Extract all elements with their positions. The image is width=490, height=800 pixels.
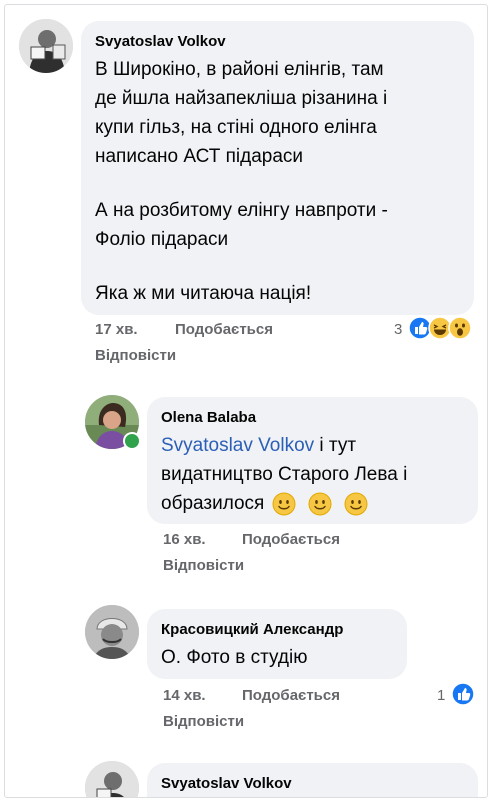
reaction-count[interactable]: 3 (394, 321, 402, 338)
like-button[interactable]: Подобається (242, 687, 340, 704)
smile-emoji-icon (272, 492, 296, 515)
comment-bubble: Olena Balaba Svyatoslav Volkov і тут вид… (147, 397, 478, 524)
comment-line: Svyatoslav Volkov і тут (161, 431, 407, 460)
comment-line: де йшла найзапекліша різанина і (95, 88, 388, 109)
reactions[interactable] (451, 682, 475, 706)
comment-line: образилося (161, 489, 407, 518)
avatar[interactable] (85, 761, 139, 797)
comment-meta: 14 хв. Подобається (163, 687, 473, 709)
comment-author[interactable]: Красовицкий Александр (161, 621, 343, 638)
avatar[interactable] (85, 605, 139, 659)
reply-button[interactable]: Відповісти (95, 347, 176, 364)
avatar-photo-icon (85, 605, 139, 659)
comment-line: А на розбитому елінгу навпроти - (95, 200, 388, 221)
comment-line-text: образилося (161, 493, 265, 514)
comment-time[interactable]: 14 хв. (163, 687, 206, 704)
comment-line-rest: і тут (314, 435, 357, 456)
reactions[interactable] (408, 316, 472, 340)
wow-reaction-icon (448, 316, 472, 340)
smile-emoji-icon (344, 492, 368, 515)
comment-text: В Широкіно, в районі елінгів, там де йшл… (95, 55, 388, 308)
comment-author[interactable]: Svyatoslav Volkov (161, 775, 292, 792)
comment-line (95, 254, 388, 279)
comments-frame: Svyatoslav Volkov В Широкіно, в районі е… (4, 4, 488, 798)
comment-time[interactable]: 17 хв. (95, 321, 138, 338)
comment-line: В Широкіно, в районі елінгів, там (95, 59, 384, 80)
comment-time[interactable]: 16 хв. (163, 531, 206, 548)
reply-button[interactable]: Відповісти (163, 713, 244, 730)
comment-line: Фоліо підараси (95, 229, 229, 250)
comment-bubble: Svyatoslav Volkov В Широкіно, в районі е… (81, 21, 474, 315)
comment-text: Svyatoslav Volkov і тут видатництво Стар… (161, 431, 407, 518)
reply-button[interactable]: Відповісти (163, 557, 244, 574)
comment-line (95, 171, 388, 196)
comment-meta: 16 хв. Подобається (163, 531, 473, 553)
like-button[interactable]: Подобається (175, 321, 273, 338)
reaction-count[interactable]: 1 (437, 687, 445, 704)
mention-link[interactable]: Svyatoslav Volkov (161, 435, 314, 456)
comment-line: видатництво Старого Лева і (161, 464, 408, 485)
avatar[interactable] (19, 19, 73, 73)
comment-text: О. Фото в студію (161, 647, 308, 668)
like-reaction-icon (451, 682, 475, 706)
comment-bubble: Красовицкий Александр О. Фото в студію (147, 609, 407, 679)
comment-line: Яка ж ми читаюча нація! (95, 283, 312, 304)
avatar-photo-icon (85, 761, 139, 797)
comment-author[interactable]: Olena Balaba (161, 409, 256, 426)
avatar-photo-icon (19, 19, 73, 73)
online-status-indicator (123, 432, 141, 450)
comment-author[interactable]: Svyatoslav Volkov (95, 33, 226, 50)
like-button[interactable]: Подобається (242, 531, 340, 548)
smile-emoji-icon (308, 492, 332, 515)
comment-bubble: Svyatoslav Volkov (147, 763, 478, 797)
comment-line: написано АСТ підараси (95, 146, 304, 167)
comment-line: купи гільз, на стіні одного елінга (95, 117, 377, 138)
